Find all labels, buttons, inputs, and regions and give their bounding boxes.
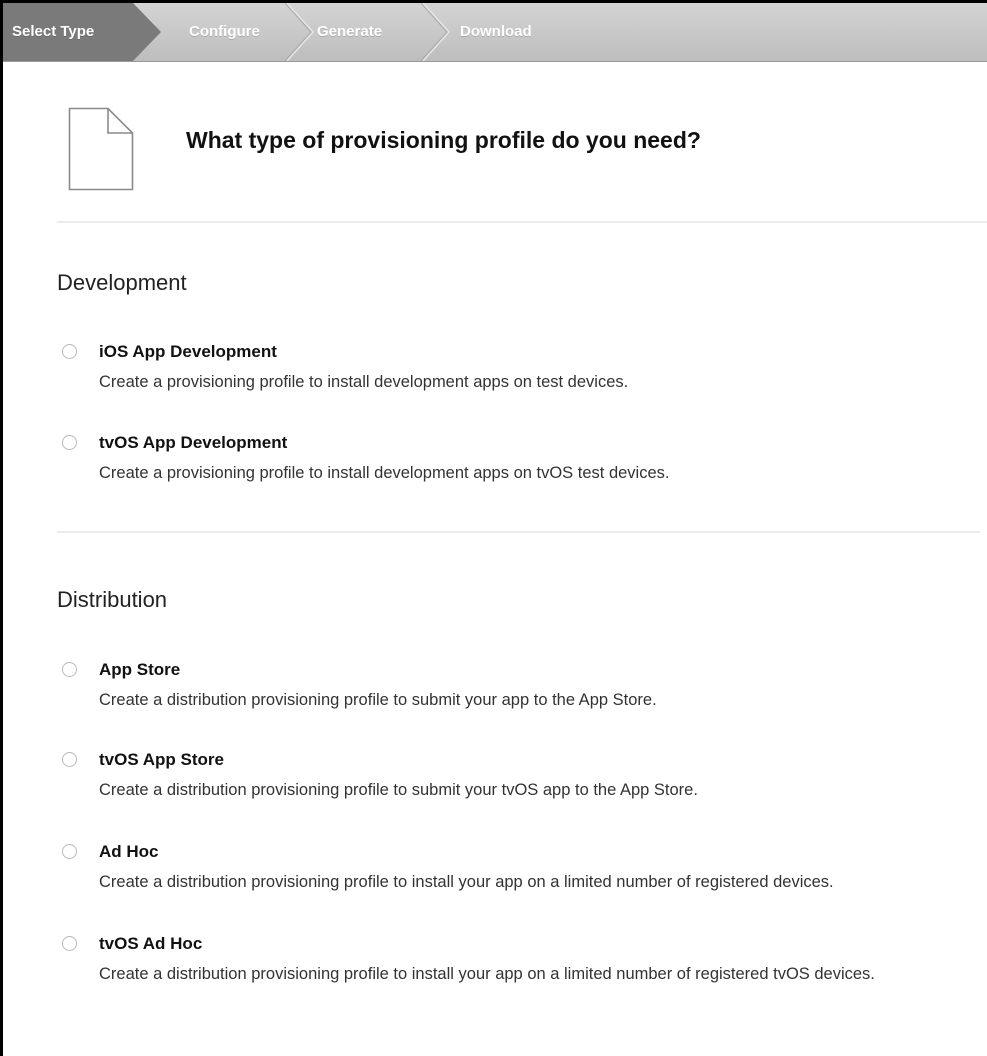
option-ad-hoc[interactable]: Ad Hoc Create a distribution provisionin… — [62, 842, 977, 902]
page-title: What type of provisioning profile do you… — [186, 127, 701, 153]
section-title-distribution: Distribution — [57, 587, 168, 612]
radio-button[interactable] — [62, 844, 77, 859]
option-tvos-app-store[interactable]: tvOS App Store Create a distribution pro… — [62, 750, 977, 810]
step-separator-icon — [421, 3, 451, 61]
option-description: Create a distribution provisioning profi… — [99, 691, 657, 709]
document-icon — [68, 107, 134, 196]
option-label: tvOS App Development — [99, 433, 288, 452]
option-description: Create a distribution provisioning profi… — [99, 873, 834, 891]
step-generate: Generate — [317, 23, 383, 40]
radio-button[interactable] — [62, 936, 77, 951]
section-title-development: Development — [57, 270, 187, 295]
option-app-store[interactable]: App Store Create a distribution provisio… — [62, 660, 977, 720]
option-label: Ad Hoc — [99, 842, 159, 861]
option-label: App Store — [99, 660, 181, 679]
divider — [57, 221, 987, 223]
option-description: Create a provisioning profile to install… — [99, 373, 629, 391]
option-label: tvOS App Store — [99, 750, 224, 769]
divider — [57, 531, 980, 533]
step-configure: Configure — [189, 23, 260, 40]
step-download: Download — [460, 23, 532, 40]
option-label: iOS App Development — [99, 342, 277, 361]
step-separator-icon — [285, 3, 315, 61]
radio-button[interactable] — [62, 344, 77, 359]
option-description: Create a distribution provisioning profi… — [99, 965, 875, 983]
radio-button[interactable] — [62, 435, 77, 450]
radio-button[interactable] — [62, 752, 77, 767]
step-select-type: Select Type — [3, 3, 133, 61]
wizard-step-bar: Select Type Configure Generate Download — [3, 3, 987, 62]
option-tvos-ad-hoc[interactable]: tvOS Ad Hoc Create a distribution provis… — [62, 934, 977, 1024]
option-ios-app-development[interactable]: iOS App Development Create a provisionin… — [62, 342, 977, 402]
radio-button[interactable] — [62, 662, 77, 677]
option-tvos-app-development[interactable]: tvOS App Development Create a provisioni… — [62, 433, 977, 493]
option-label: tvOS Ad Hoc — [99, 934, 203, 953]
option-description: Create a distribution provisioning profi… — [99, 781, 698, 799]
active-step-arrow — [133, 3, 161, 61]
option-description: Create a provisioning profile to install… — [99, 464, 670, 482]
